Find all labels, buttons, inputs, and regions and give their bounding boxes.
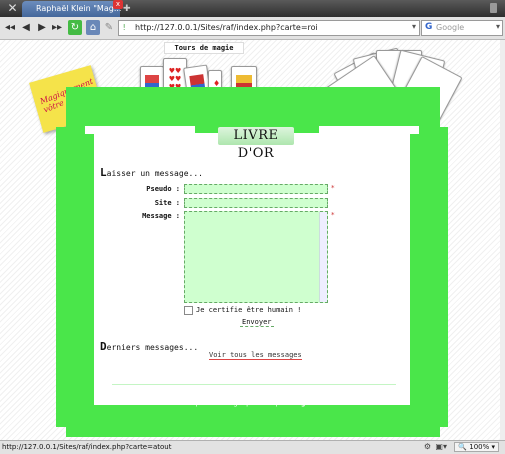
- forward-button[interactable]: ▶: [36, 20, 48, 35]
- human-checkbox-label[interactable]: Je certifie être humain !: [196, 306, 301, 314]
- zoom-value[interactable]: 100%: [469, 443, 489, 451]
- status-text: http://127.0.0.1/Sites/raf/index.php?car…: [2, 443, 172, 451]
- pseudo-input[interactable]: [184, 184, 328, 194]
- footer-credits: Conception et graphisme par Tiger-222: [174, 399, 331, 407]
- window-titlebar: ✕ Raphaël Klein "Mag... x ✚: [0, 0, 505, 17]
- back-icon[interactable]: ◂◂: [4, 20, 16, 35]
- browser-tab[interactable]: Raphaël Klein "Mag... x: [22, 0, 123, 17]
- google-icon[interactable]: G: [425, 22, 432, 32]
- site-input[interactable]: [184, 198, 328, 208]
- pseudo-required-mark: *: [331, 184, 335, 192]
- screen-icon[interactable]: ▣▾: [435, 442, 447, 451]
- url-dropdown-icon[interactable]: ▾: [412, 22, 416, 31]
- human-checkbox[interactable]: [184, 306, 193, 315]
- edit-icon[interactable]: ✎: [103, 20, 115, 35]
- search-box[interactable]: G Google ▾: [421, 20, 503, 36]
- message-scrollbar[interactable]: [319, 212, 327, 302]
- footer-copyright: 2008 - Raphael Klein: [210, 390, 295, 398]
- section-title: LIVRE D'OR: [218, 127, 294, 161]
- message-label: Message :: [142, 212, 180, 220]
- fast-forward-icon[interactable]: ▸▸: [51, 20, 63, 35]
- zoom-control[interactable]: 🔍 100% ▾: [454, 442, 499, 452]
- back-button[interactable]: ◀: [20, 20, 32, 35]
- tab-close-button[interactable]: x: [113, 0, 123, 9]
- messages-heading: Derniers messages...: [100, 340, 199, 353]
- message-required-mark: *: [331, 211, 335, 219]
- home-icon[interactable]: ⌂: [86, 20, 100, 35]
- send-button[interactable]: Envoyer: [240, 318, 274, 327]
- site-title[interactable]: Tours de magie: [164, 42, 244, 54]
- site-info-icon[interactable]: ǃ: [123, 23, 125, 32]
- status-bar: http://127.0.0.1/Sites/raf/index.php?car…: [0, 440, 505, 454]
- footer-divider: [112, 384, 396, 385]
- pseudo-label: Pseudo :: [146, 185, 180, 193]
- message-textarea[interactable]: [184, 211, 328, 303]
- trash-icon[interactable]: [490, 3, 497, 13]
- site-label: Site :: [154, 199, 180, 207]
- url-text[interactable]: http://127.0.0.1/Sites/raf/index.php?car…: [135, 23, 318, 32]
- reload-icon[interactable]: ↻: [68, 20, 82, 35]
- page-scrollbar[interactable]: [500, 40, 505, 440]
- view-all-messages-link[interactable]: Voir tous les messages: [209, 351, 302, 360]
- new-tab-icon[interactable]: ✚: [123, 4, 133, 14]
- form-heading: Laisser un message...: [100, 166, 203, 179]
- search-placeholder[interactable]: Google: [436, 23, 464, 32]
- url-bar[interactable]: ǃ http://127.0.0.1/Sites/raf/index.php?c…: [118, 20, 420, 36]
- search-engine-dropdown-icon[interactable]: ▾: [496, 22, 500, 31]
- tab-title: Raphaël Klein "Mag...: [36, 4, 122, 13]
- addon-icon[interactable]: ⚙: [424, 442, 431, 451]
- window-menu-icon[interactable]: ✕: [6, 2, 19, 15]
- navigation-toolbar: ◂◂ ◀ ▶ ▸▸ ↻ ⌂ ✎ ǃ http://127.0.0.1/Sites…: [0, 17, 505, 40]
- designer-link[interactable]: Tiger-222: [293, 399, 331, 407]
- page-viewport: Tours de magie ♥♥♥♥♥♥ ♦ ♣ Magiquement vô…: [0, 40, 505, 440]
